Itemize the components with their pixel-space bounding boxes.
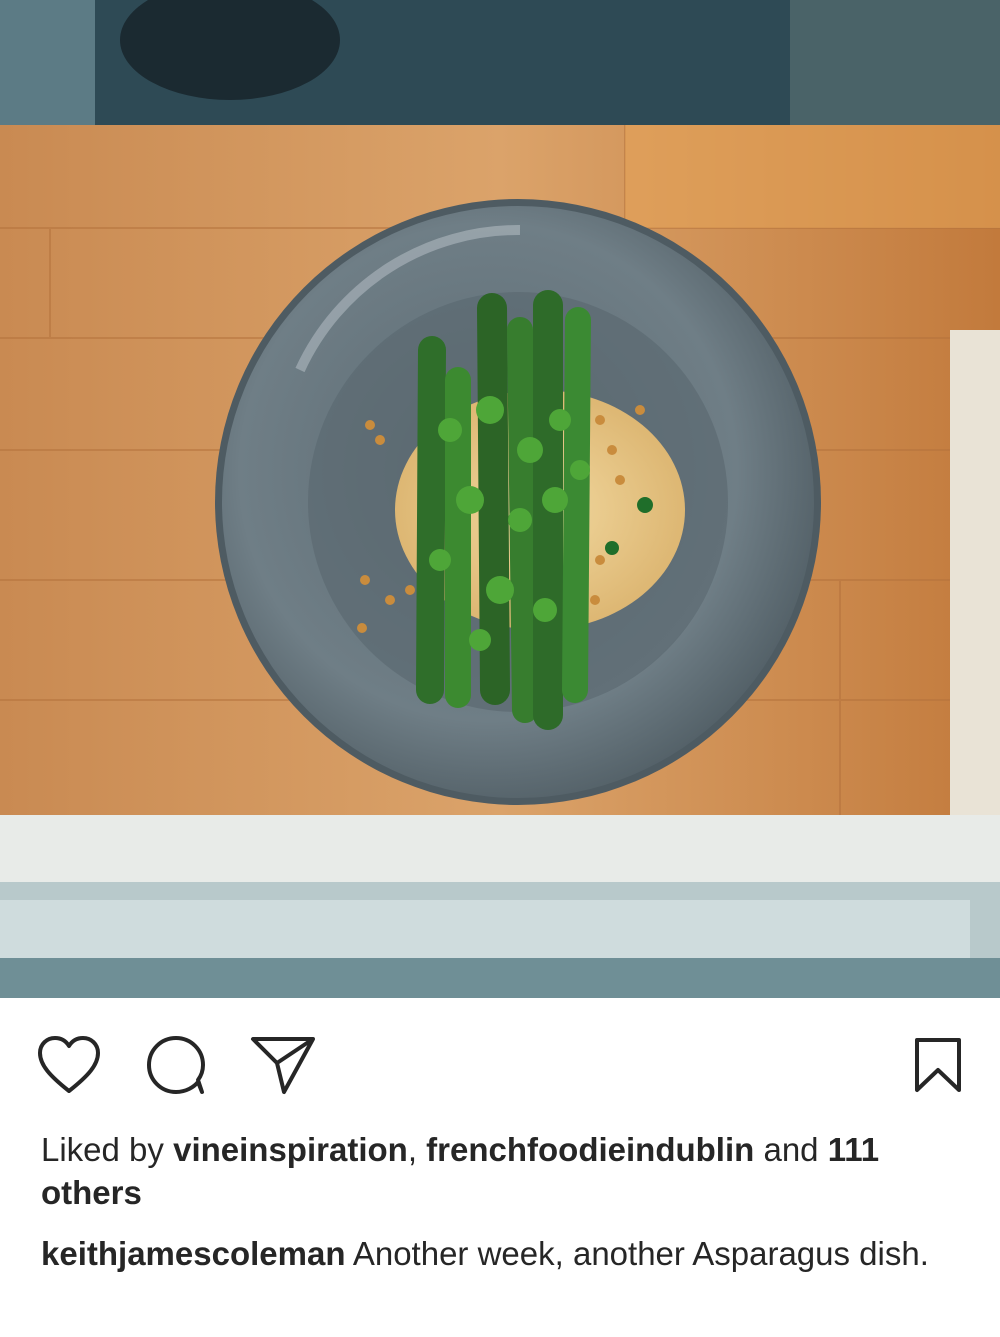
likes-conjunction: and <box>763 1131 819 1168</box>
like-button[interactable] <box>36 1032 102 1098</box>
liker-username[interactable]: vineinspiration <box>173 1131 408 1168</box>
liker-username[interactable]: frenchfoodieindublin <box>426 1131 754 1168</box>
comment-button[interactable] <box>143 1032 209 1098</box>
likes-summary: Liked by vineinspiration, frenchfoodiein… <box>41 1128 971 1214</box>
bookmark-icon <box>915 1038 961 1092</box>
share-button[interactable] <box>250 1032 316 1098</box>
likes-prefix: Liked by <box>41 1131 164 1168</box>
save-button[interactable] <box>905 1032 971 1098</box>
post-caption: keithjamescoleman Another week, another … <box>41 1232 941 1275</box>
comment-icon <box>147 1036 205 1094</box>
heart-icon <box>38 1036 100 1093</box>
caption-text: Another week, another Asparagus dish. <box>352 1235 929 1272</box>
paper-plane-icon <box>251 1037 315 1094</box>
likes-separator: , <box>407 1131 417 1168</box>
post-actions-bar <box>0 998 1000 1130</box>
caption-username[interactable]: keithjamescoleman <box>41 1235 345 1272</box>
asparagus-dish-photo <box>0 0 1000 998</box>
post-photo[interactable] <box>0 0 1000 998</box>
